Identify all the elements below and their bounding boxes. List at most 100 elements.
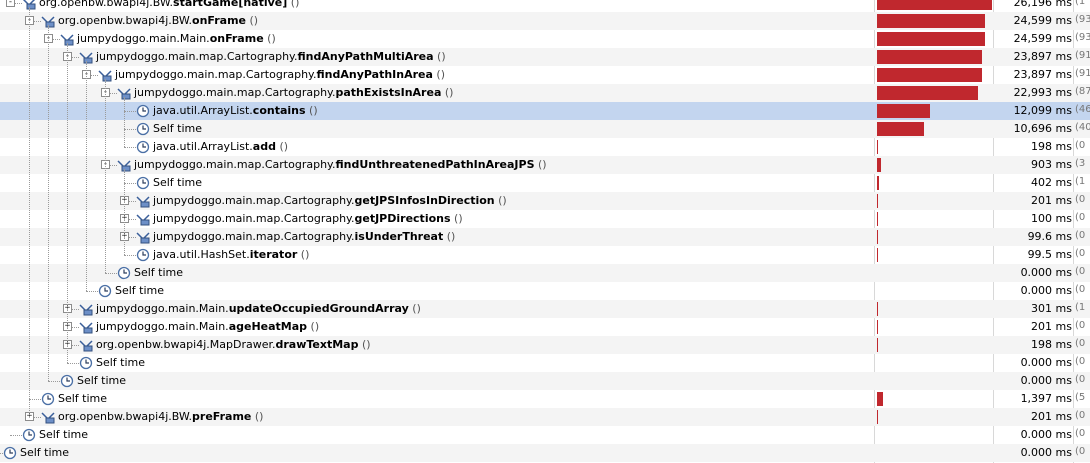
method-parens: () — [432, 68, 445, 81]
time-bar — [877, 104, 931, 118]
class-prefix: jumpydoggo.main.map.Cartography. — [153, 194, 355, 207]
time-bar — [877, 194, 878, 208]
time-bar — [877, 32, 985, 46]
tree-row[interactable]: Self time 1,397 ms (5 — [0, 390, 1090, 408]
clock-icon — [3, 446, 17, 460]
tree-row[interactable]: Self time 0.000 ms (0 — [0, 354, 1090, 372]
clock-icon — [117, 266, 131, 280]
method-icon — [136, 194, 150, 208]
tree-row[interactable]: - org.openbw.bwapi4j.BW.onFrame () 24,599 … — [0, 12, 1090, 30]
method-label: jumpydoggo.main.Main.updateOccupiedGroun… — [96, 302, 421, 315]
time-bar — [877, 230, 878, 244]
tree-row[interactable]: Self time 402 ms (1 — [0, 174, 1090, 192]
method-label: jumpydoggo.main.map.Cartography.findAnyP… — [96, 50, 446, 63]
method-label: Self time — [20, 446, 69, 459]
time-percent: (0 — [1075, 140, 1086, 151]
tree-connector — [86, 291, 98, 292]
method-label: Self time — [115, 284, 164, 297]
class-prefix: jumpydoggo.main.map.Cartography. — [134, 158, 336, 171]
tree-row[interactable]: + jumpydoggo.main.map.Cartography.isUnder… — [0, 228, 1090, 246]
tree-row[interactable]: + jumpydoggo.main.Main.ageHeatMap () 201 m… — [0, 318, 1090, 336]
total-time: 198 ms — [1031, 140, 1072, 153]
method-name: findUnthreatenedPathInAreaJPS — [335, 158, 535, 171]
class-prefix: Self time — [77, 374, 127, 387]
method-parens: () — [275, 140, 289, 153]
method-name: ageHeatMap — [228, 320, 308, 333]
time-bar — [877, 50, 982, 64]
tree-row[interactable]: - jumpydoggo.main.map.Cartography.findUnt… — [0, 156, 1090, 174]
tree-row[interactable]: Self time 10,696 ms (40 — [0, 120, 1090, 138]
method-parens: () — [534, 158, 547, 171]
method-name-cell: Self time — [0, 282, 872, 300]
class-prefix: jumpydoggo.main.map.Cartography. — [153, 230, 355, 243]
method-parens: () — [408, 302, 421, 315]
time-bar-cell — [877, 31, 985, 47]
tree-connector — [48, 381, 60, 382]
tree-connector — [124, 129, 136, 130]
method-name: startGame[native] — [173, 0, 288, 9]
tree-row[interactable]: Self time 0.000 ms (0 — [0, 444, 1090, 462]
class-prefix: Self time — [96, 356, 146, 369]
method-label: jumpydoggo.main.map.Cartography.getJPSIn… — [153, 194, 507, 207]
total-time: 100 ms — [1031, 212, 1072, 225]
tree-row[interactable]: Self time 0.000 ms (0 — [0, 282, 1090, 300]
time-percent: (0 — [1075, 284, 1086, 295]
method-name: findAnyPathInArea — [316, 68, 433, 81]
tree-row[interactable]: + jumpydoggo.main.Main.updateOccupiedGrou… — [0, 300, 1090, 318]
time-percent: (5 — [1075, 392, 1086, 403]
tree-row[interactable]: java.util.ArrayList.contains () 12,099 ms… — [0, 102, 1090, 120]
time-percent: (0 — [1075, 410, 1086, 421]
class-prefix: jumpydoggo.main.map.Cartography. — [153, 212, 355, 225]
time-bar — [877, 410, 878, 424]
tree-row[interactable]: - jumpydoggo.main.map.Cartography.findAny… — [0, 48, 1090, 66]
class-prefix: Self time — [115, 284, 165, 297]
class-prefix: org.openbw.bwapi4j.BW. — [58, 410, 193, 423]
tree-row[interactable]: java.util.ArrayList.add () 198 ms (0 — [0, 138, 1090, 156]
clock-icon — [136, 122, 150, 136]
method-name: pathExistsInArea — [335, 86, 442, 99]
method-label: java.util.ArrayList.add () — [153, 140, 288, 153]
clock-icon — [60, 374, 74, 388]
tree-row[interactable]: - org.openbw.bwapi4j.BW.startGame[native]… — [0, 0, 1090, 12]
tree-row[interactable]: Self time 0.000 ms (0 — [0, 264, 1090, 282]
method-parens: () — [263, 32, 276, 45]
tree-row[interactable]: + jumpydoggo.main.map.Cartography.getJPDi… — [0, 210, 1090, 228]
tree-row[interactable]: - jumpydoggo.main.map.Cartography.pathExi… — [0, 84, 1090, 102]
method-name-cell: - jumpydoggo.main.map.Cartography.findAny… — [0, 48, 872, 66]
class-prefix: Self time — [39, 428, 89, 441]
clock-icon — [136, 248, 150, 262]
time-percent: (0 — [1075, 248, 1086, 259]
time-bar-cell — [877, 193, 878, 209]
time-bar-cell — [877, 13, 985, 29]
method-label: org.openbw.bwapi4j.BW.preFrame () — [58, 410, 263, 423]
time-bar-cell — [877, 157, 881, 173]
collapse-toggle[interactable]: - — [6, 0, 15, 7]
time-percent: (91 — [1075, 68, 1090, 79]
time-bar — [877, 320, 878, 334]
method-icon — [136, 230, 150, 244]
method-parens: () — [251, 410, 264, 423]
tree-row[interactable]: + org.openbw.bwapi4j.MapDrawer.drawTextMa… — [0, 336, 1090, 354]
clock-icon — [79, 356, 93, 370]
tree-row[interactable]: + jumpydoggo.main.map.Cartography.getJPSI… — [0, 192, 1090, 210]
method-name: onFrame — [192, 14, 246, 27]
method-name: findAnyPathMultiArea — [297, 50, 434, 63]
method-name-cell: Self time — [0, 264, 872, 282]
tree-row[interactable]: Self time 0.000 ms (0 — [0, 426, 1090, 444]
total-time: 24,599 ms — [1013, 14, 1072, 27]
tree-row[interactable]: - jumpydoggo.main.map.Cartography.findAny… — [0, 66, 1090, 84]
time-percent: (0 — [1075, 230, 1086, 241]
total-time: 0.000 ms — [1020, 356, 1072, 369]
time-bar-cell — [877, 85, 978, 101]
time-percent: (0 — [1075, 194, 1086, 205]
clock-icon — [136, 140, 150, 154]
time-percent: (87 — [1075, 86, 1090, 97]
method-name-cell: Self time — [0, 390, 872, 408]
method-name: getJPDirections — [354, 212, 451, 225]
tree-row[interactable]: Self time 0.000 ms (0 — [0, 372, 1090, 390]
class-prefix: org.openbw.bwapi4j.BW. — [39, 0, 174, 9]
time-percent: (93 — [1075, 32, 1090, 43]
tree-row[interactable]: java.util.HashSet.iterator () 99.5 ms (0 — [0, 246, 1090, 264]
tree-row[interactable]: - jumpydoggo.main.Main.onFrame () 24,599 m… — [0, 30, 1090, 48]
tree-row[interactable]: + org.openbw.bwapi4j.BW.preFrame () 201 ms… — [0, 408, 1090, 426]
